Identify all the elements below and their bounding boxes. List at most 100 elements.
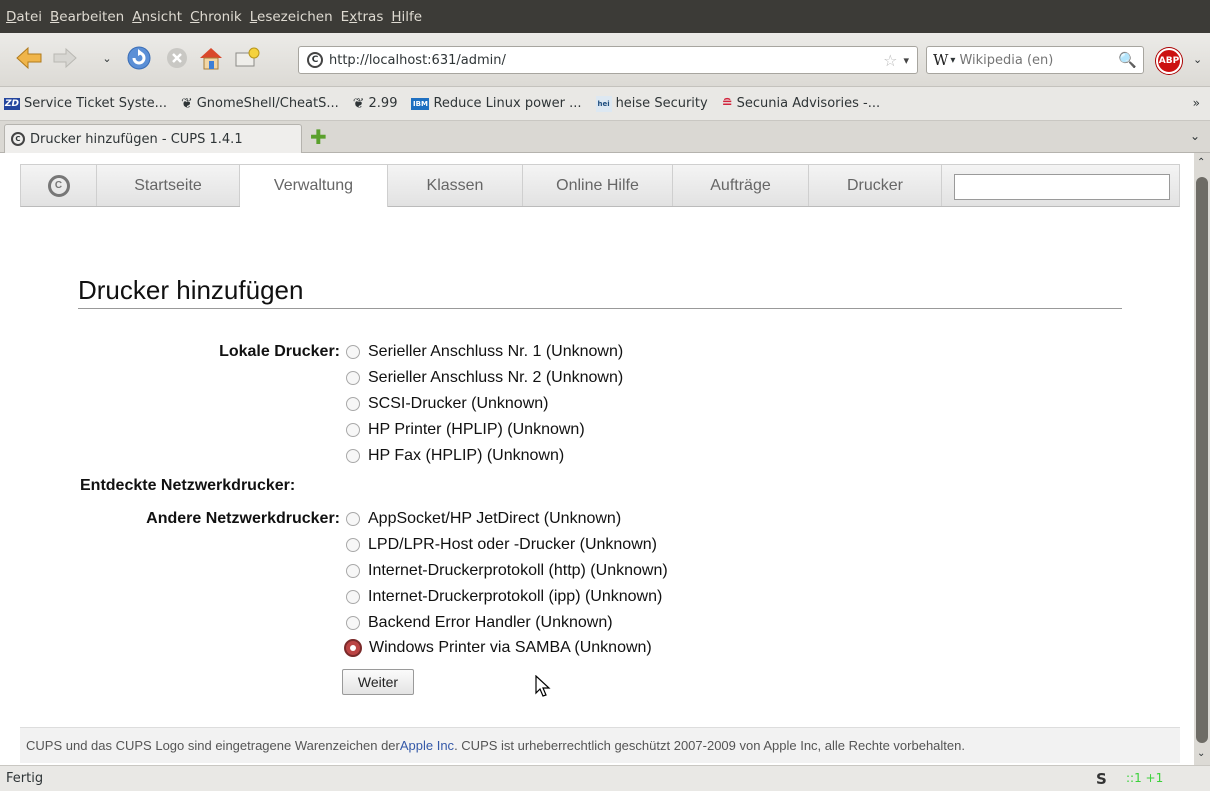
radio-option-selected[interactable]: Windows Printer via SAMBA (Unknown) [344, 639, 652, 657]
search-bar[interactable]: W ▾ 🔍 [926, 46, 1144, 74]
continue-button[interactable]: Weiter [342, 669, 414, 695]
cups-navigation: C Startseite Verwaltung Klassen Online H… [20, 164, 1180, 207]
bookmark-label: 2.99 [368, 96, 398, 111]
radio-option[interactable]: Serieller Anschluss Nr. 1 (Unknown) [346, 343, 623, 361]
nav-startseite[interactable]: Startseite [97, 165, 240, 206]
cups-logo[interactable]: C [21, 165, 97, 206]
bookmark-this-page-button[interactable] [232, 43, 262, 73]
back-arrow-icon [16, 46, 42, 70]
menu-item-datei[interactable]: Datei [6, 9, 42, 25]
navigation-toolbar: ⌄ C ☆ ▾ W ▾ 🔍 ABP ⌄ [0, 33, 1210, 87]
radio-button[interactable] [346, 423, 360, 437]
chevron-down-icon: ⌄ [102, 51, 112, 65]
nav-auftraege[interactable]: Aufträge [673, 165, 809, 206]
home-button[interactable] [196, 43, 226, 73]
apple-link[interactable]: Apple Inc [400, 738, 454, 753]
search-input[interactable] [959, 52, 1100, 68]
nav-klassen[interactable]: Klassen [388, 165, 523, 206]
radio-button[interactable] [346, 564, 360, 578]
radio-button-checked[interactable] [344, 639, 362, 657]
cups-favicon-icon: C [307, 52, 323, 68]
search-icon[interactable]: 🔍 [1118, 51, 1137, 69]
radio-button[interactable] [346, 371, 360, 385]
bookmark-item[interactable]: IBM Reduce Linux power ... [411, 96, 582, 111]
forward-arrow-icon [53, 47, 77, 69]
url-bar[interactable]: C ☆ ▾ [298, 46, 918, 74]
radio-option[interactable]: SCSI-Drucker (Unknown) [346, 395, 548, 413]
menu-item-hilfe[interactable]: Hilfe [391, 9, 422, 25]
radio-option[interactable]: Internet-Druckerprotokoll (http) (Unknow… [346, 562, 668, 580]
stop-icon [167, 48, 187, 68]
tab-title: Drucker hinzufügen - CUPS 1.4.1 [30, 131, 243, 147]
nav-drucker[interactable]: Drucker [809, 165, 942, 206]
stop-button[interactable] [162, 43, 192, 73]
tab-bar: C Drucker hinzufügen - CUPS 1.4.1 ✚ ⌄ [0, 121, 1210, 153]
radio-button[interactable] [346, 538, 360, 552]
radio-option[interactable]: Backend Error Handler (Unknown) [346, 614, 613, 632]
reload-button[interactable] [124, 43, 154, 73]
tab-list-chevron-icon[interactable]: ⌄ [1190, 129, 1200, 143]
url-dropdown-chevron-icon[interactable]: ▾ [903, 54, 909, 67]
engine-chevron-icon[interactable]: ▾ [950, 55, 955, 66]
menu-item-chronik[interactable]: Chronik [190, 9, 242, 25]
radio-button[interactable] [346, 397, 360, 411]
url-input[interactable] [329, 52, 884, 68]
radio-button[interactable] [346, 616, 360, 630]
radio-option[interactable]: HP Printer (HPLIP) (Unknown) [346, 421, 585, 439]
menu-item-extras[interactable]: Extras [341, 9, 384, 25]
radio-button[interactable] [346, 345, 360, 359]
adblock-chevron-icon[interactable]: ⌄ [1193, 53, 1202, 66]
forward-button[interactable] [50, 43, 80, 73]
status-bar: Fertig S ::1 +1 [0, 765, 1210, 791]
bookmark-item[interactable]: ❦ GnomeShell/CheatS... [181, 96, 339, 112]
radio-option[interactable]: Internet-Druckerprotokoll (ipp) (Unknown… [346, 588, 662, 606]
bookmark-label: Reduce Linux power ... [433, 96, 582, 111]
vertical-scrollbar[interactable]: ⌃ ⌄ [1194, 153, 1210, 765]
sync-s-icon[interactable]: S [1096, 770, 1107, 788]
cups-search-input[interactable] [954, 174, 1170, 200]
option-label: Internet-Druckerprotokoll (ipp) (Unknown… [368, 588, 663, 605]
bookmark-item[interactable]: hei heise Security [595, 95, 708, 112]
menu-item-bearbeiten[interactable]: Bearbeiten [50, 9, 124, 25]
bookmark-item[interactable]: ❦ 2.99 [353, 96, 398, 112]
page-content: C Startseite Verwaltung Klassen Online H… [0, 153, 1194, 765]
menu-item-lesezeichen[interactable]: Lesezeichen [250, 9, 333, 25]
radio-option[interactable]: HP Fax (HPLIP) (Unknown) [346, 447, 564, 465]
page-title: Drucker hinzufügen [78, 275, 304, 305]
history-dropdown-button[interactable]: ⌄ [92, 43, 122, 73]
bookmark-item[interactable]: ≘ Secunia Advisories -... [722, 96, 880, 111]
gnome-foot-icon: ❦ [180, 95, 193, 112]
scrollbar-thumb[interactable] [1196, 177, 1208, 743]
tab-cups-admin[interactable]: C Drucker hinzufügen - CUPS 1.4.1 [4, 124, 302, 153]
option-label: Internet-Druckerprotokoll (http) (Unknow… [368, 562, 668, 579]
mouse-pointer-icon [535, 675, 551, 697]
radio-button[interactable] [346, 590, 360, 604]
scroll-down-icon[interactable]: ⌄ [1197, 748, 1205, 759]
local-printers-label: Lokale Drucker: [219, 343, 340, 360]
home-icon [200, 48, 222, 70]
menu-item-ansicht[interactable]: Ansicht [132, 9, 182, 25]
footer-text-post: . CUPS ist urheberrechtlich geschützt 20… [454, 738, 965, 753]
radio-button[interactable] [346, 449, 360, 463]
nav-online-hilfe[interactable]: Online Hilfe [523, 165, 673, 206]
nav-verwaltung[interactable]: Verwaltung [240, 165, 388, 207]
radio-option[interactable]: LPD/LPR-Host oder -Drucker (Unknown) [346, 536, 657, 554]
bookmark-star-icon[interactable]: ☆ [883, 51, 897, 70]
radio-button[interactable] [346, 512, 360, 526]
adblock-plus-icon[interactable]: ABP [1156, 48, 1182, 74]
new-tab-plus-icon[interactable]: ✚ [310, 125, 327, 149]
radio-option[interactable]: Serieller Anschluss Nr. 2 (Unknown) [346, 369, 623, 387]
more-bookmarks-chevron-icon[interactable]: » [1193, 96, 1200, 110]
bookmark-item[interactable]: ZD Service Ticket Syste... [4, 96, 167, 111]
option-label: Backend Error Handler (Unknown) [368, 614, 613, 631]
other-printers-label: Andere Netzwerkdrucker: [146, 510, 340, 527]
ip-version-indicator: ::1 +1 [1126, 771, 1164, 785]
option-label: HP Printer (HPLIP) (Unknown) [368, 421, 585, 438]
title-divider [78, 308, 1122, 309]
new-bookmark-icon [235, 47, 260, 67]
search-engine-icon[interactable]: W [933, 51, 948, 69]
back-button[interactable] [14, 43, 44, 73]
radio-option[interactable]: AppSocket/HP JetDirect (Unknown) [346, 510, 621, 528]
reload-icon [127, 46, 151, 70]
scroll-up-icon[interactable]: ⌃ [1197, 157, 1205, 168]
